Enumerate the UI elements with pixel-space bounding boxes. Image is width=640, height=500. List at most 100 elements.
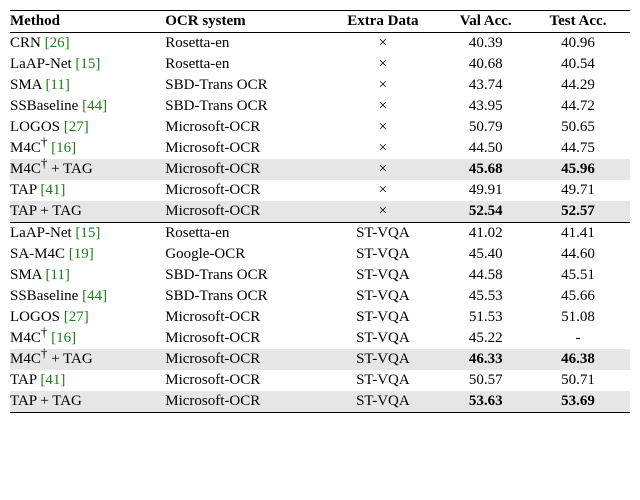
cell-method: SSBaseline [44] — [10, 286, 165, 307]
cell-test: 41.41 — [534, 223, 630, 245]
method-name: SA-M4C — [10, 246, 65, 262]
cell-ocr: SBD-Trans OCR — [165, 265, 328, 286]
cell-extra: ST-VQA — [328, 307, 445, 328]
citation-ref: [19] — [69, 246, 94, 262]
cell-ocr: Microsoft-OCR — [165, 180, 328, 201]
cell-test: 45.51 — [534, 265, 630, 286]
cell-val: 52.54 — [445, 201, 534, 223]
cell-test: 40.54 — [534, 54, 630, 75]
citation-ref: [27] — [64, 309, 89, 325]
cell-val: 43.74 — [445, 75, 534, 96]
cell-extra: × — [328, 138, 445, 159]
cell-val: 46.33 — [445, 349, 534, 370]
cell-method: M4C† + TAG — [10, 159, 165, 180]
cell-test: 52.57 — [534, 201, 630, 223]
cell-extra: ST-VQA — [328, 244, 445, 265]
cell-test: 46.38 — [534, 349, 630, 370]
table-row: M4C† + TAGMicrosoft-OCRST-VQA46.3346.38 — [10, 349, 630, 370]
citation-ref: [44] — [82, 98, 107, 114]
method-name: M4C — [10, 140, 41, 156]
cell-ocr: SBD-Trans OCR — [165, 75, 328, 96]
cell-ocr: Microsoft-OCR — [165, 370, 328, 391]
cell-test: 49.71 — [534, 180, 630, 201]
cell-ocr: Microsoft-OCR — [165, 349, 328, 370]
table-row: M4C† [16]Microsoft-OCRST-VQA45.22- — [10, 328, 630, 349]
dagger-icon: † — [41, 324, 48, 339]
method-name: M4C — [10, 161, 41, 177]
cell-ocr: SBD-Trans OCR — [165, 96, 328, 117]
cell-method: TAP + TAG — [10, 391, 165, 413]
cell-method: TAP [41] — [10, 180, 165, 201]
method-name: SMA — [10, 77, 42, 93]
table-row: LOGOS [27]Microsoft-OCR×50.7950.65 — [10, 117, 630, 138]
col-test: Test Acc. — [534, 11, 630, 33]
table-row: CRN [26]Rosetta-en×40.3940.96 — [10, 33, 630, 55]
cell-method: M4C† + TAG — [10, 349, 165, 370]
cell-test: 44.29 — [534, 75, 630, 96]
cell-ocr: Microsoft-OCR — [165, 328, 328, 349]
cell-method: TAP [41] — [10, 370, 165, 391]
cell-extra: ST-VQA — [328, 328, 445, 349]
citation-ref: [26] — [45, 35, 70, 51]
table-row: TAP [41]Microsoft-OCR×49.9149.71 — [10, 180, 630, 201]
cell-extra: × — [328, 159, 445, 180]
cell-extra: × — [328, 180, 445, 201]
col-val: Val Acc. — [445, 11, 534, 33]
cell-test: 45.96 — [534, 159, 630, 180]
table-row: SMA [11]SBD-Trans OCR×43.7444.29 — [10, 75, 630, 96]
table-row: LaAP-Net [15]Rosetta-enST-VQA41.0241.41 — [10, 223, 630, 245]
cell-ocr: Rosetta-en — [165, 54, 328, 75]
cell-val: 40.68 — [445, 54, 534, 75]
citation-ref: [27] — [64, 119, 89, 135]
method-name: SSBaseline — [10, 98, 78, 114]
cell-extra: ST-VQA — [328, 370, 445, 391]
cell-extra: × — [328, 33, 445, 55]
citation-ref: [15] — [75, 225, 100, 241]
cell-test: 53.69 — [534, 391, 630, 413]
cell-method: SMA [11] — [10, 75, 165, 96]
cell-extra: × — [328, 96, 445, 117]
method-name: TAP — [10, 372, 37, 388]
cell-test: 40.96 — [534, 33, 630, 55]
cell-val: 45.53 — [445, 286, 534, 307]
cell-test: 44.60 — [534, 244, 630, 265]
cell-method: TAP + TAG — [10, 201, 165, 223]
cell-method: M4C† [16] — [10, 138, 165, 159]
cell-ocr: Google-OCR — [165, 244, 328, 265]
citation-ref: [41] — [40, 372, 65, 388]
cell-test: 50.71 — [534, 370, 630, 391]
cell-val: 44.58 — [445, 265, 534, 286]
cell-val: 44.50 — [445, 138, 534, 159]
results-table: Method OCR system Extra Data Val Acc. Te… — [10, 10, 630, 413]
cell-extra: × — [328, 117, 445, 138]
method-name: LOGOS — [10, 119, 60, 135]
cell-ocr: Microsoft-OCR — [165, 159, 328, 180]
cell-val: 51.53 — [445, 307, 534, 328]
cell-extra: ST-VQA — [328, 265, 445, 286]
cell-ocr: Rosetta-en — [165, 223, 328, 245]
col-extra: Extra Data — [328, 11, 445, 33]
cell-extra: ST-VQA — [328, 223, 445, 245]
cell-val: 41.02 — [445, 223, 534, 245]
cell-ocr: SBD-Trans OCR — [165, 286, 328, 307]
cell-method: LaAP-Net [15] — [10, 54, 165, 75]
cell-ocr: Microsoft-OCR — [165, 138, 328, 159]
cell-ocr: Microsoft-OCR — [165, 117, 328, 138]
cell-test: 45.66 — [534, 286, 630, 307]
cell-val: 45.40 — [445, 244, 534, 265]
method-name: CRN — [10, 35, 41, 51]
cell-method: SA-M4C [19] — [10, 244, 165, 265]
table-header-row: Method OCR system Extra Data Val Acc. Te… — [10, 11, 630, 33]
table-row: M4C† + TAGMicrosoft-OCR×45.6845.96 — [10, 159, 630, 180]
cell-val: 53.63 — [445, 391, 534, 413]
cell-extra: ST-VQA — [328, 286, 445, 307]
citation-ref: [11] — [45, 77, 69, 93]
table-row: SMA [11]SBD-Trans OCRST-VQA44.5845.51 — [10, 265, 630, 286]
cell-val: 49.91 — [445, 180, 534, 201]
table-row: LOGOS [27]Microsoft-OCRST-VQA51.5351.08 — [10, 307, 630, 328]
method-name: TAP + TAG — [10, 393, 82, 409]
cell-val: 45.68 — [445, 159, 534, 180]
cell-test: - — [534, 328, 630, 349]
method-suffix: + TAG — [47, 351, 92, 367]
table-row: M4C† [16]Microsoft-OCR×44.5044.75 — [10, 138, 630, 159]
